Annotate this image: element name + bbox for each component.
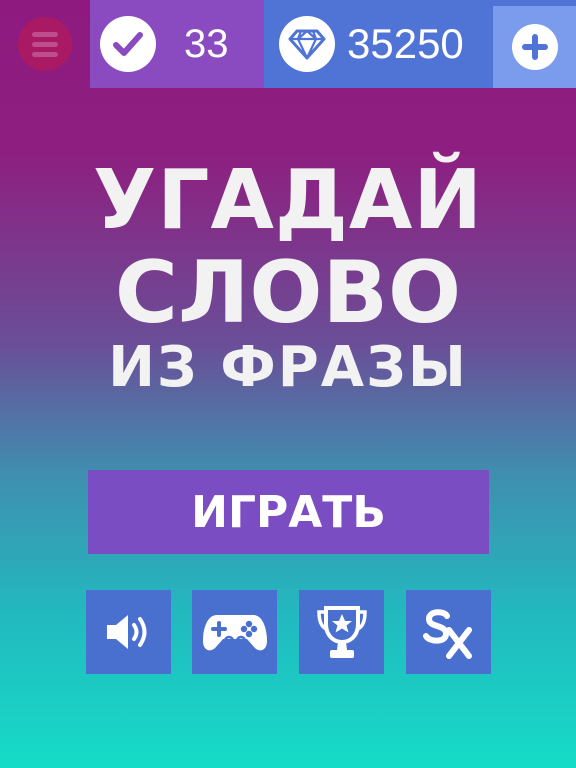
plus-icon (511, 24, 558, 70)
diamond-icon (279, 16, 335, 72)
score-value: 33 (184, 21, 229, 66)
gems-value: 35250 (347, 20, 464, 67)
sx-logo-icon (422, 609, 472, 659)
menu-button[interactable] (18, 17, 72, 71)
title-line-1: УГАДАЙ (92, 153, 484, 248)
score-counter: 33 (90, 0, 264, 88)
games-button[interactable] (192, 590, 277, 674)
hamburger-menu-icon (32, 31, 58, 37)
checkmark-icon (100, 16, 156, 72)
title-line-2: СЛОВО (114, 243, 462, 343)
developer-button[interactable] (406, 590, 491, 674)
gamepad-icon (202, 615, 267, 651)
trophy-icon (316, 606, 367, 658)
leaderboard-button[interactable] (299, 590, 384, 674)
speaker-icon (106, 615, 146, 649)
title-line-3: ИЗ ФРАЗЫ (108, 335, 468, 400)
play-button[interactable]: ИГРАТЬ (88, 470, 489, 554)
sound-button[interactable] (86, 590, 171, 674)
add-gems-button[interactable] (493, 6, 576, 88)
